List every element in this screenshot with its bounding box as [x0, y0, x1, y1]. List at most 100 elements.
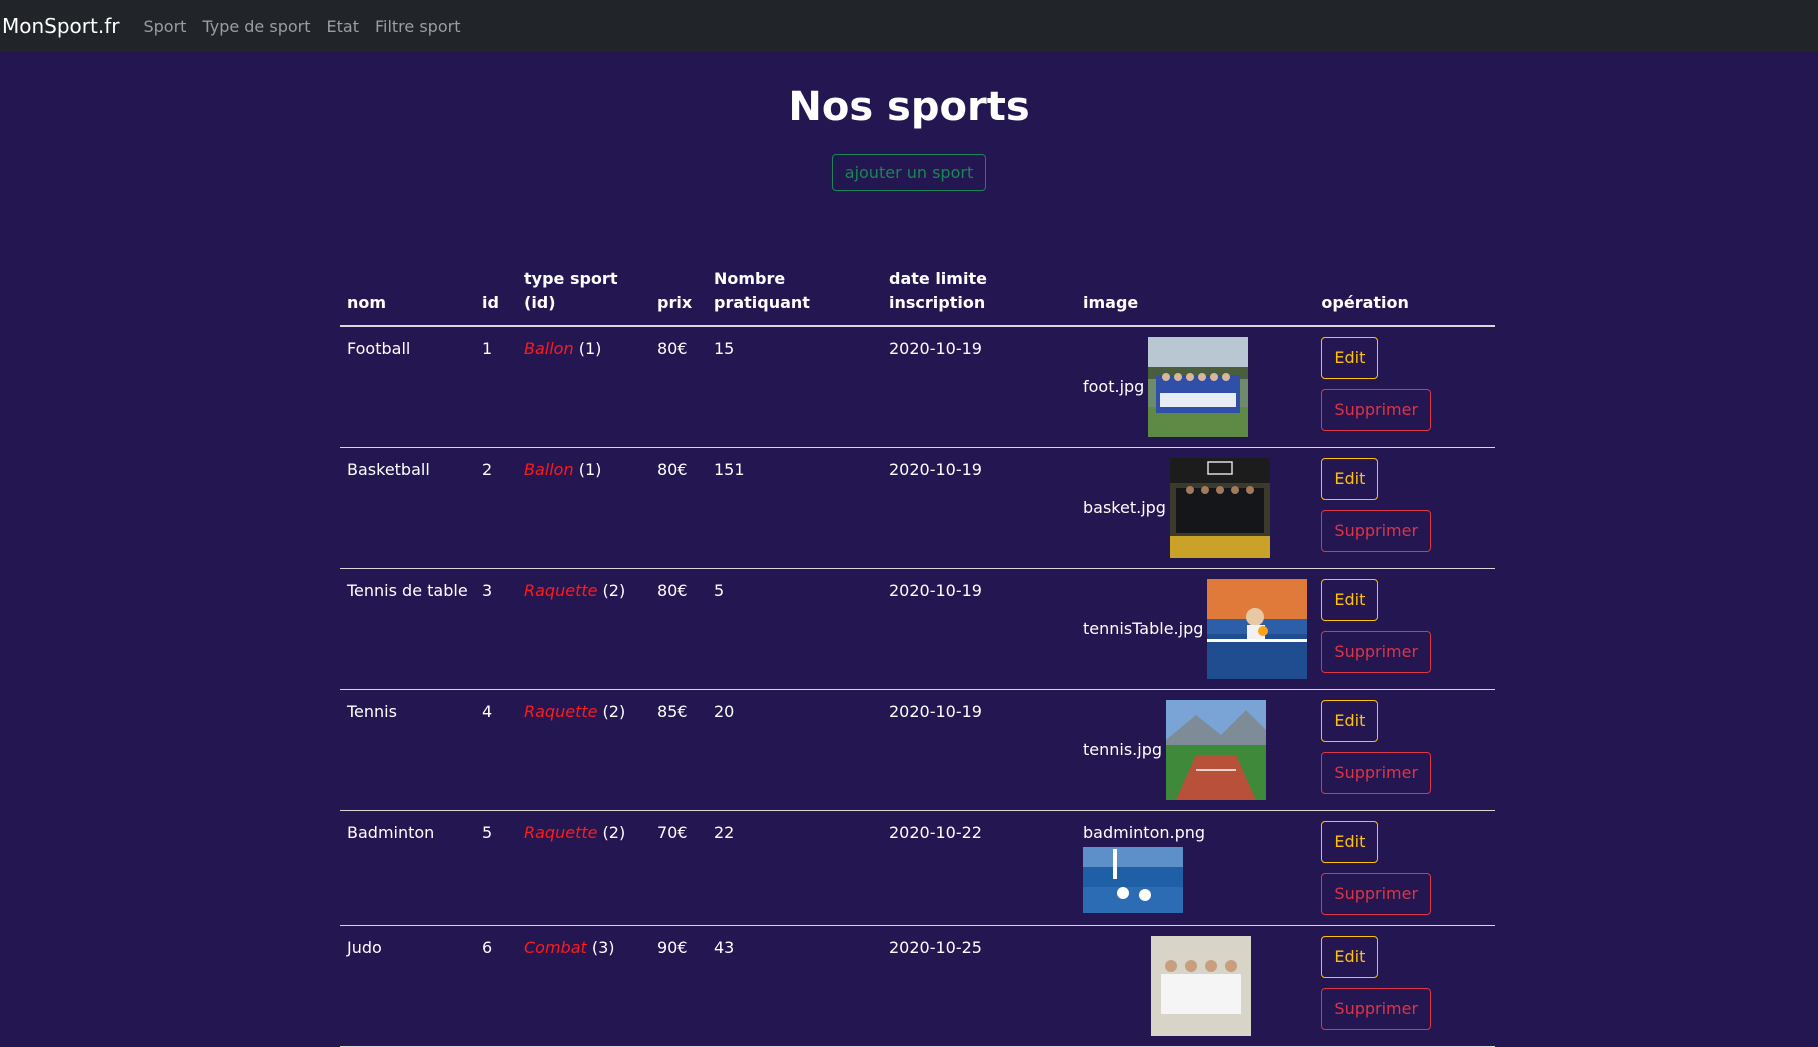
- table-row: Badminton 5 Raquette (2) 70€ 22 2020-10-…: [340, 811, 1495, 926]
- cell-nombre: 43: [714, 938, 735, 957]
- main-content: Nos sports ajouter un sport: [0, 80, 1818, 191]
- type-id: (2): [602, 702, 626, 721]
- table-header-row: nom id type sport (id) prix Nombre prati…: [340, 257, 1495, 326]
- image-filename: foot.jpg: [1083, 377, 1145, 396]
- nav-link-type-sport[interactable]: Type de sport: [202, 17, 310, 36]
- cell-date: 2020-10-25: [889, 938, 982, 957]
- cell-prix: 70€: [657, 823, 688, 842]
- cell-nombre: 22: [714, 823, 735, 842]
- cell-nombre: 20: [714, 702, 735, 721]
- basketball-team-photo: [1169, 458, 1270, 558]
- sports-table: nom id type sport (id) prix Nombre prati…: [340, 257, 1495, 1047]
- cell-image: tennisTable.jpg: [1076, 569, 1314, 690]
- tennis-court-photo: [1166, 700, 1267, 800]
- cell-prix: 80€: [657, 581, 688, 600]
- cell-image: basket.jpg: [1076, 448, 1314, 569]
- cell-type: Ballon (1): [517, 448, 650, 569]
- type-name[interactable]: Ballon: [524, 339, 574, 358]
- cell-id: 3: [482, 581, 493, 600]
- type-name[interactable]: Ballon: [524, 460, 574, 479]
- cell-image: badminton.png: [1076, 811, 1314, 926]
- nav-link-sport[interactable]: Sport: [143, 17, 186, 36]
- add-sport-button[interactable]: ajouter un sport: [831, 154, 987, 191]
- cell-type: Raquette (2): [517, 569, 650, 690]
- delete-button[interactable]: Supprimer: [1321, 510, 1432, 552]
- cell-id: 1: [482, 339, 493, 358]
- type-id: (2): [602, 823, 626, 842]
- cell-operation: Edit Supprimer: [1314, 569, 1495, 690]
- header-prix: prix: [657, 293, 693, 312]
- delete-button[interactable]: Supprimer: [1321, 752, 1432, 794]
- edit-button[interactable]: Edit: [1321, 337, 1379, 379]
- cell-nombre: 5: [714, 581, 725, 600]
- delete-button[interactable]: Supprimer: [1321, 389, 1432, 431]
- table-row: Football 1 Ballon (1) 80€ 15 2020-10-19 …: [340, 326, 1495, 448]
- header-id: id: [482, 293, 499, 312]
- cell-date: 2020-10-19: [889, 702, 982, 721]
- cell-prix: 80€: [657, 460, 688, 479]
- type-name[interactable]: Raquette: [524, 702, 597, 721]
- cell-operation: Edit Supprimer: [1314, 926, 1495, 1047]
- cell-operation: Edit Supprimer: [1314, 448, 1495, 569]
- cell-prix: 90€: [657, 938, 688, 957]
- edit-button[interactable]: Edit: [1321, 936, 1379, 978]
- cell-nom: Tennis: [347, 702, 397, 721]
- cell-date: 2020-10-19: [889, 460, 982, 479]
- cell-nombre: 15: [714, 339, 735, 358]
- cell-id: 4: [482, 702, 493, 721]
- cell-prix: 85€: [657, 702, 688, 721]
- football-team-photo: [1148, 337, 1249, 437]
- cell-nom: Football: [347, 339, 411, 358]
- brand-logo[interactable]: MonSport.fr: [2, 14, 119, 38]
- cell-id: 6: [482, 938, 493, 957]
- table-row: Tennis 4 Raquette (2) 85€ 20 2020-10-19 …: [340, 690, 1495, 811]
- cell-nom: Judo: [347, 938, 382, 957]
- cell-image: [1076, 926, 1314, 1047]
- cell-date: 2020-10-19: [889, 581, 982, 600]
- table-row: Tennis de table 3 Raquette (2) 80€ 5 202…: [340, 569, 1495, 690]
- edit-button[interactable]: Edit: [1321, 821, 1379, 863]
- header-type: type sport (id): [524, 269, 618, 312]
- edit-button[interactable]: Edit: [1321, 458, 1379, 500]
- type-id: (3): [591, 938, 615, 957]
- type-name[interactable]: Raquette: [524, 581, 597, 600]
- cell-id: 5: [482, 823, 493, 842]
- cell-id: 2: [482, 460, 493, 479]
- cell-type: Combat (3): [517, 926, 650, 1047]
- nav-link-filtre-sport[interactable]: Filtre sport: [375, 17, 461, 36]
- image-filename: badminton.png: [1083, 823, 1206, 842]
- delete-button[interactable]: Supprimer: [1321, 988, 1432, 1030]
- cell-nom: Basketball: [347, 460, 430, 479]
- header-nombre: Nombre pratiquant: [714, 269, 810, 312]
- cell-type: Ballon (1): [517, 326, 650, 448]
- delete-button[interactable]: Supprimer: [1321, 631, 1432, 673]
- badminton-photo: [1083, 847, 1183, 913]
- table-tennis-photo: [1207, 579, 1308, 679]
- delete-button[interactable]: Supprimer: [1321, 873, 1432, 915]
- nav-link-etat[interactable]: Etat: [327, 17, 359, 36]
- type-name[interactable]: Combat: [524, 938, 587, 957]
- edit-button[interactable]: Edit: [1321, 579, 1379, 621]
- table-row: Judo 6 Combat (3) 90€ 43 2020-10-25 Edit…: [340, 926, 1495, 1047]
- cell-image: tennis.jpg: [1076, 690, 1314, 811]
- cell-nom: Tennis de table: [347, 581, 468, 600]
- cell-date: 2020-10-19: [889, 339, 982, 358]
- header-image: image: [1083, 293, 1139, 312]
- cell-operation: Edit Supprimer: [1314, 326, 1495, 448]
- header-date: date limite inscription: [889, 269, 987, 312]
- type-id: (1): [578, 339, 602, 358]
- cell-nom: Badminton: [347, 823, 435, 842]
- cell-operation: Edit Supprimer: [1314, 811, 1495, 926]
- table-row: Basketball 2 Ballon (1) 80€ 151 2020-10-…: [340, 448, 1495, 569]
- type-id: (1): [578, 460, 602, 479]
- header-nom: nom: [347, 293, 387, 312]
- cell-image: foot.jpg: [1076, 326, 1314, 448]
- type-name[interactable]: Raquette: [524, 823, 597, 842]
- page-title: Nos sports: [788, 84, 1030, 130]
- type-id: (2): [602, 581, 626, 600]
- cell-date: 2020-10-22: [889, 823, 982, 842]
- edit-button[interactable]: Edit: [1321, 700, 1379, 742]
- cell-operation: Edit Supprimer: [1314, 690, 1495, 811]
- image-filename: tennis.jpg: [1083, 740, 1163, 759]
- cell-type: Raquette (2): [517, 690, 650, 811]
